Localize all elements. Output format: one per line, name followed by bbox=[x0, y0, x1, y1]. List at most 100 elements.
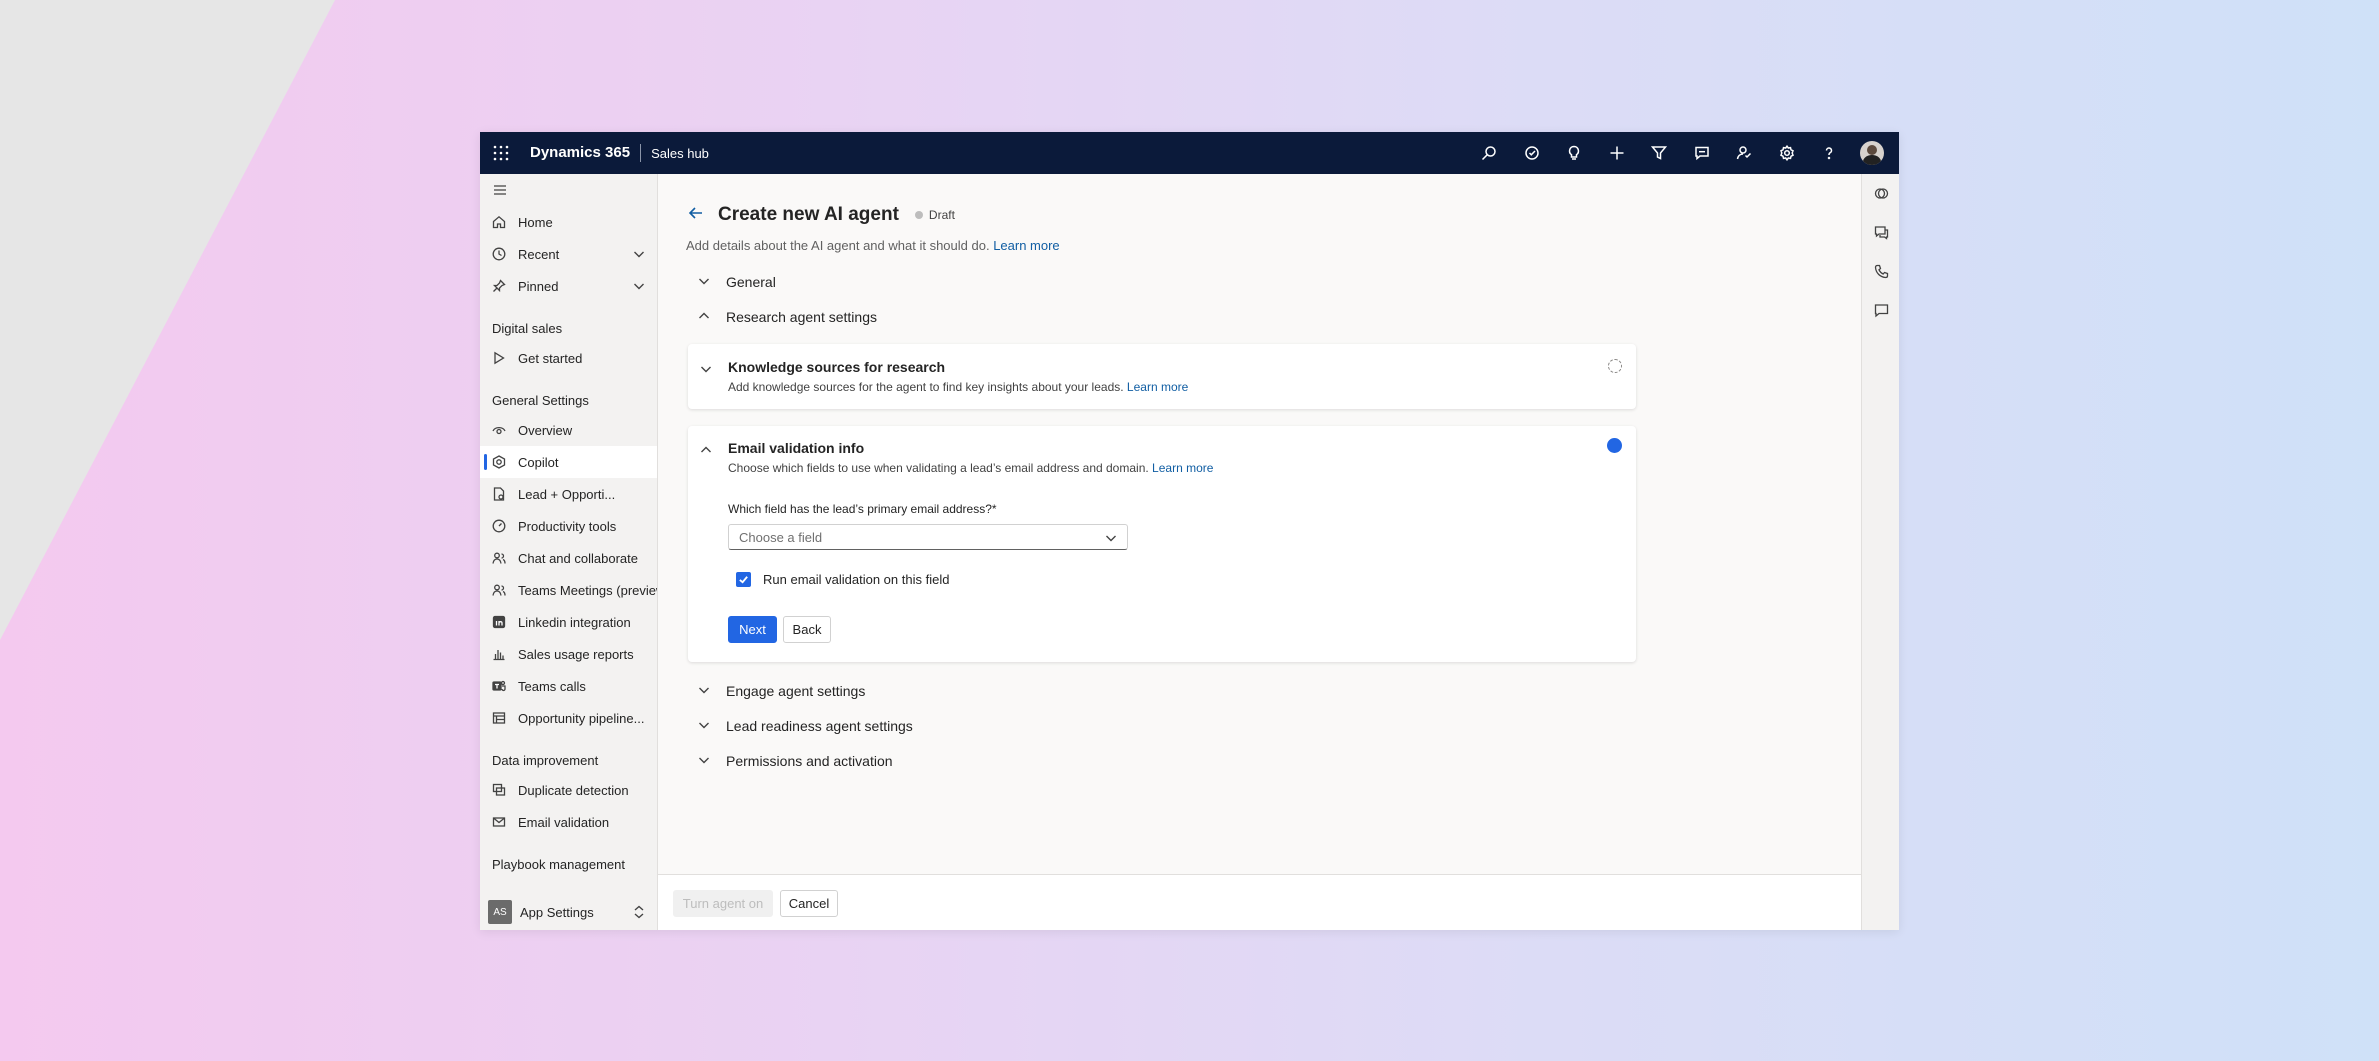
settings-icon[interactable] bbox=[1766, 132, 1809, 174]
sidebar-item-linkedin[interactable]: Linkedin integration bbox=[480, 606, 657, 638]
group-title-digital-sales: Digital sales bbox=[492, 321, 563, 336]
area-switcher[interactable]: AS App Settings bbox=[480, 894, 657, 930]
document-icon bbox=[492, 487, 506, 501]
sidebar-item-sales-usage-reports[interactable]: Sales usage reports bbox=[480, 638, 657, 670]
section-label: Lead readiness agent settings bbox=[726, 718, 913, 734]
section-label: Research agent settings bbox=[726, 309, 877, 325]
table-icon bbox=[492, 711, 506, 725]
section-research-agent[interactable]: Research agent settings bbox=[698, 309, 877, 325]
background-wedge bbox=[0, 0, 335, 640]
sidebar-item-duplicate-detection[interactable]: Duplicate detection bbox=[480, 774, 657, 806]
group-title-playbook-management: Playbook management bbox=[492, 857, 625, 872]
chevron-down-icon bbox=[1105, 532, 1117, 547]
back-button[interactable]: Back bbox=[783, 616, 831, 643]
pin-icon bbox=[492, 279, 506, 293]
chevron-down-icon bbox=[698, 718, 710, 734]
run-validation-checkbox[interactable] bbox=[736, 572, 751, 587]
area-badge: AS bbox=[488, 900, 512, 924]
chevron-down-icon[interactable] bbox=[700, 362, 712, 380]
run-validation-row: Run email validation on this field bbox=[736, 572, 949, 587]
learn-more-link[interactable]: Learn more bbox=[1152, 461, 1213, 475]
profile-avatar[interactable] bbox=[1851, 132, 1894, 174]
turn-agent-on-button[interactable]: Turn agent on bbox=[673, 890, 773, 917]
right-rail bbox=[1861, 174, 1899, 930]
top-bar: Dynamics 365 Sales hub bbox=[480, 132, 1899, 174]
sidebar-item-lead-opportunity[interactable]: Lead + Opporti... bbox=[480, 478, 657, 510]
task-icon[interactable] bbox=[1511, 132, 1554, 174]
people-icon bbox=[492, 583, 506, 597]
lightbulb-icon[interactable] bbox=[1553, 132, 1596, 174]
sidebar-item-recent[interactable]: Recent bbox=[480, 238, 657, 270]
phone-icon[interactable] bbox=[1862, 252, 1899, 291]
sidebar-item-get-started[interactable]: Get started bbox=[480, 342, 657, 374]
back-arrow-icon[interactable] bbox=[688, 205, 704, 226]
sidebar-item-overview[interactable]: Overview bbox=[480, 414, 657, 446]
section-engage-agent[interactable]: Engage agent settings bbox=[698, 683, 865, 699]
sidebar-item-label: Duplicate detection bbox=[518, 782, 629, 798]
chevron-down-icon[interactable] bbox=[633, 280, 645, 295]
chevron-up-down-icon bbox=[633, 905, 645, 922]
chevron-down-icon[interactable] bbox=[633, 248, 645, 263]
duplicate-icon bbox=[492, 783, 506, 797]
knowledge-card-title: Knowledge sources for research bbox=[728, 359, 946, 375]
sidebar-item-teams-meetings[interactable]: Teams Meetings (preview bbox=[480, 574, 657, 606]
learn-more-link[interactable]: Learn more bbox=[1127, 380, 1188, 394]
sidebar-item-label: Lead + Opporti... bbox=[518, 486, 616, 502]
hamburger-menu-icon[interactable] bbox=[480, 174, 657, 206]
email-card-title: Email validation info bbox=[728, 440, 865, 456]
sidebar-item-label: Teams Meetings (preview bbox=[518, 582, 657, 598]
brand-name[interactable]: Dynamics 365 bbox=[530, 144, 642, 162]
sidebar-item-home[interactable]: Home bbox=[480, 206, 657, 238]
chat-icon[interactable] bbox=[1681, 132, 1724, 174]
message-icon[interactable] bbox=[1862, 291, 1899, 330]
gauge-icon bbox=[492, 519, 506, 533]
status-badge: Draft bbox=[928, 208, 955, 222]
sidebar-item-productivity-tools[interactable]: Productivity tools bbox=[480, 510, 657, 542]
status-dot-icon bbox=[914, 211, 923, 219]
learn-more-link[interactable]: Learn more bbox=[993, 238, 1059, 253]
page-subtitle: Add details about the AI agent and what … bbox=[686, 238, 1060, 253]
sidebar-item-label: Linkedin integration bbox=[518, 614, 631, 630]
section-lead-readiness[interactable]: Lead readiness agent settings bbox=[698, 718, 913, 734]
add-icon[interactable] bbox=[1596, 132, 1639, 174]
copilot-rail-icon[interactable] bbox=[1862, 174, 1899, 213]
sidebar-item-label: Sales usage reports bbox=[518, 646, 634, 662]
section-label: Engage agent settings bbox=[726, 683, 866, 699]
filter-icon[interactable] bbox=[1638, 132, 1681, 174]
sidebar-item-email-validation[interactable]: Email validation bbox=[480, 806, 657, 838]
hub-name[interactable]: Sales hub bbox=[651, 146, 709, 161]
eye-icon bbox=[492, 423, 506, 437]
sidebar-item-label: Pinned bbox=[518, 278, 559, 294]
chevron-up-icon bbox=[698, 309, 710, 325]
search-icon[interactable] bbox=[1468, 132, 1511, 174]
sidebar-item-label: Teams calls bbox=[518, 678, 586, 694]
sidebar-item-label: Chat and collaborate bbox=[518, 550, 638, 566]
assist-icon[interactable] bbox=[1723, 132, 1766, 174]
active-step-indicator bbox=[1607, 438, 1622, 453]
sidebar-item-label: Home bbox=[518, 214, 553, 230]
chart-icon bbox=[492, 647, 506, 661]
app-launcher-icon[interactable] bbox=[480, 132, 522, 174]
sidebar-item-chat-collaborate[interactable]: Chat and collaborate bbox=[480, 542, 657, 574]
sidebar-item-label: Recent bbox=[518, 246, 560, 262]
sidebar-item-copilot[interactable]: Copilot bbox=[480, 446, 657, 478]
pending-status-icon bbox=[1608, 359, 1622, 373]
play-icon bbox=[492, 351, 506, 365]
sidebar-item-pinned[interactable]: Pinned bbox=[480, 270, 657, 302]
sidebar-item-opportunity-pipeline[interactable]: Opportunity pipeline... bbox=[480, 702, 657, 734]
sidebar-item-teams-calls[interactable]: Teams calls bbox=[480, 670, 657, 702]
chevron-up-icon[interactable] bbox=[700, 443, 712, 461]
sidebar-item-label: Get started bbox=[518, 350, 583, 366]
conversation-icon[interactable] bbox=[1862, 213, 1899, 252]
next-button[interactable]: Next bbox=[728, 616, 777, 643]
cancel-button[interactable]: Cancel bbox=[780, 890, 838, 917]
app-window: Dynamics 365 Sales hub Home Recent Pinne… bbox=[480, 132, 1899, 930]
sidebar-item-label: Productivity tools bbox=[518, 518, 617, 534]
footer-action-bar: Turn agent on Cancel bbox=[658, 874, 1861, 930]
help-icon[interactable] bbox=[1808, 132, 1851, 174]
sidebar-item-label: Opportunity pipeline... bbox=[518, 710, 645, 726]
email-card-desc: Choose which fields to use when validati… bbox=[728, 461, 1149, 475]
email-field-select[interactable]: Choose a field bbox=[728, 524, 1128, 550]
section-general[interactable]: General bbox=[698, 274, 776, 290]
section-permissions[interactable]: Permissions and activation bbox=[698, 753, 893, 769]
